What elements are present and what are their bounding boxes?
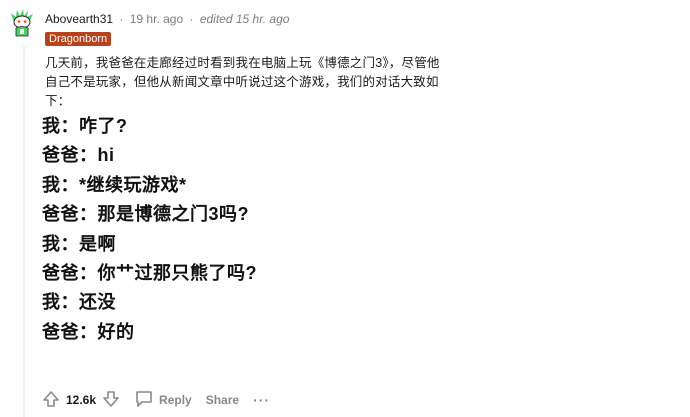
share-button[interactable]: Share (206, 393, 239, 407)
comment-timestamp[interactable]: 19 hr. ago (130, 12, 183, 26)
reply-label: Reply (159, 393, 192, 407)
meta-separator: · (119, 12, 124, 26)
dialogue-line: 爸爸：好的 (42, 321, 135, 342)
author-username[interactable]: Abovearth31 (45, 12, 113, 26)
comment-page: Abovearth31 · 19 hr. ago · edited 15 hr.… (0, 0, 690, 417)
edited-timestamp: edited 15 hr. ago (199, 12, 290, 26)
user-flair: Dragonborn (45, 32, 112, 46)
dialogue-line: 爸爸：你艹过那只熊了吗? (42, 262, 257, 283)
more-options-button[interactable]: ··· (253, 392, 270, 408)
upvote-button[interactable] (40, 389, 62, 411)
comment-header: Abovearth31 · 19 hr. ago · edited 15 hr.… (45, 12, 289, 26)
dialogue-line: 我：是啊 (42, 233, 116, 254)
dialogue-line: 我：*继续玩游戏* (42, 174, 187, 195)
dialogue-line: 我：还没 (42, 292, 116, 313)
dialogue-line: 爸爸：hi (42, 145, 115, 166)
thread-line[interactable] (23, 46, 25, 417)
dialogue-line: 爸爸：那是博德之门3吗? (42, 204, 250, 225)
reply-button[interactable]: Reply (134, 389, 192, 412)
upvote-arrow-icon (42, 390, 60, 411)
vote-score: 12.6k (66, 393, 97, 407)
dialogue-block: 我：咋了? 爸爸：hi 我：*继续玩游戏* 爸爸：那是博德之门3吗? 我：是啊 … (42, 112, 442, 347)
comment-body: 几天前，我爸爸在走廊经过时看到我在电脑上玩《博德之门3》，尽管他自己不是玩家，但… (45, 56, 440, 108)
snoo-avatar-icon[interactable] (7, 8, 37, 38)
downvote-arrow-icon (102, 390, 120, 411)
comment-actions: 12.6k Reply Share ··· (40, 388, 270, 412)
dialogue-line: 我：咋了? (42, 116, 128, 136)
speech-bubble-icon (134, 389, 154, 412)
meta-separator-2: · (189, 12, 194, 26)
downvote-button[interactable] (100, 389, 122, 411)
